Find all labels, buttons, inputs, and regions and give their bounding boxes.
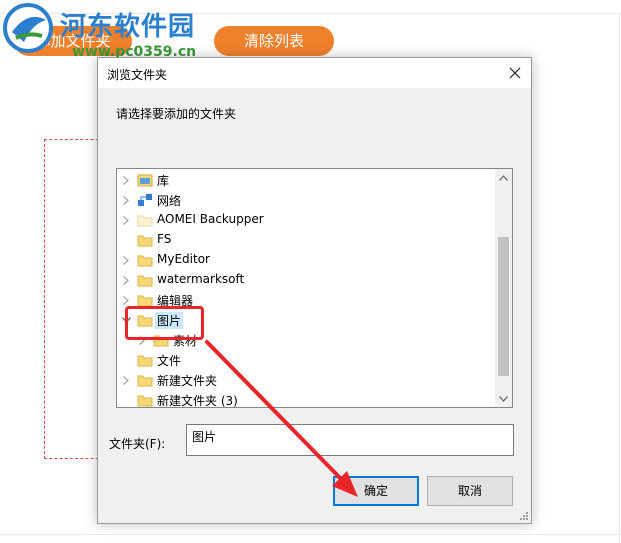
tree-item[interactable]: 文件 — [117, 350, 497, 370]
app-right-border — [619, 14, 620, 543]
watermark-title: 河东软件园 — [60, 12, 196, 42]
tree-item-label: 库 — [157, 174, 170, 188]
tree-item[interactable]: watermarksoft — [117, 270, 497, 290]
drop-zone — [44, 139, 104, 459]
tree-item-label: MyEditor — [157, 252, 210, 266]
folder-field-label: 文件夹(F): — [109, 437, 166, 451]
tree-item[interactable]: FS — [117, 230, 497, 250]
folder-icon — [137, 233, 153, 247]
annotation-highlight-box — [125, 306, 204, 340]
close-button[interactable] — [499, 58, 531, 88]
tree-item[interactable]: MyEditor — [117, 250, 497, 270]
chevron-up-icon — [499, 174, 508, 181]
expand-chevron-right-icon[interactable] — [120, 270, 132, 290]
tree-item[interactable]: AOMEI Backupper — [117, 210, 497, 230]
expand-chevron-right-icon[interactable] — [120, 170, 132, 190]
expand-chevron-right-icon[interactable] — [120, 250, 132, 270]
folder-tree[interactable]: 库网络 AOMEI Backupper FS MyEditor watermarksof… — [116, 168, 513, 408]
tree-item-label: AOMEI Backupper — [157, 212, 264, 226]
tree-item[interactable]: 网络 — [117, 190, 497, 210]
tree-scrollbar[interactable] — [495, 169, 512, 407]
ok-button[interactable]: 确定 — [333, 476, 419, 506]
expand-chevron-right-icon[interactable] — [120, 190, 132, 210]
scroll-up-button[interactable] — [495, 169, 512, 186]
dialog-prompt: 请选择要添加的文件夹 — [116, 107, 237, 121]
tree-item-label: 文件 — [157, 354, 182, 368]
chevron-down-icon — [499, 395, 508, 402]
cancel-button[interactable]: 取消 — [427, 476, 513, 506]
folder-icon — [137, 293, 153, 307]
app-bottom-divider — [0, 534, 621, 535]
scroll-down-button[interactable] — [495, 390, 512, 407]
network-icon — [137, 193, 153, 207]
browse-folder-dialog: 浏览文件夹 请选择要添加的文件夹 库网络 AOMEI Backupper FS MyE… — [97, 57, 532, 524]
folder-icon — [137, 373, 153, 387]
watermark-logo-icon — [3, 3, 53, 53]
tree-item[interactable]: 新建文件夹 (3) — [117, 390, 497, 408]
folder-icon — [137, 393, 153, 407]
folder-icon — [137, 253, 153, 267]
library-icon — [137, 173, 153, 187]
tree-item-label: FS — [157, 232, 172, 246]
resize-grip-icon[interactable] — [519, 511, 529, 521]
close-icon — [509, 67, 521, 79]
folder-icon — [137, 273, 153, 287]
dialog-title: 浏览文件夹 — [107, 68, 168, 82]
clear-list-button[interactable]: 清除列表 — [214, 26, 334, 56]
tree-item[interactable]: 新建文件夹 — [117, 370, 497, 390]
scroll-thumb[interactable] — [498, 237, 509, 376]
expand-chevron-right-icon[interactable] — [120, 210, 132, 230]
tree-item[interactable]: 库 — [117, 170, 497, 190]
tree-item-label: watermarksoft — [157, 272, 245, 286]
tree-item-label: 网络 — [157, 194, 182, 208]
dialog-titlebar[interactable]: 浏览文件夹 — [98, 58, 531, 88]
expand-chevron-right-icon[interactable] — [120, 370, 132, 390]
tree-item-label: 新建文件夹 (3) — [157, 394, 238, 408]
folder-icon — [137, 353, 153, 367]
tree-item-label: 新建文件夹 — [157, 374, 218, 388]
folder-name-input[interactable]: 图片 — [186, 424, 514, 456]
folder-light-icon — [137, 213, 153, 227]
